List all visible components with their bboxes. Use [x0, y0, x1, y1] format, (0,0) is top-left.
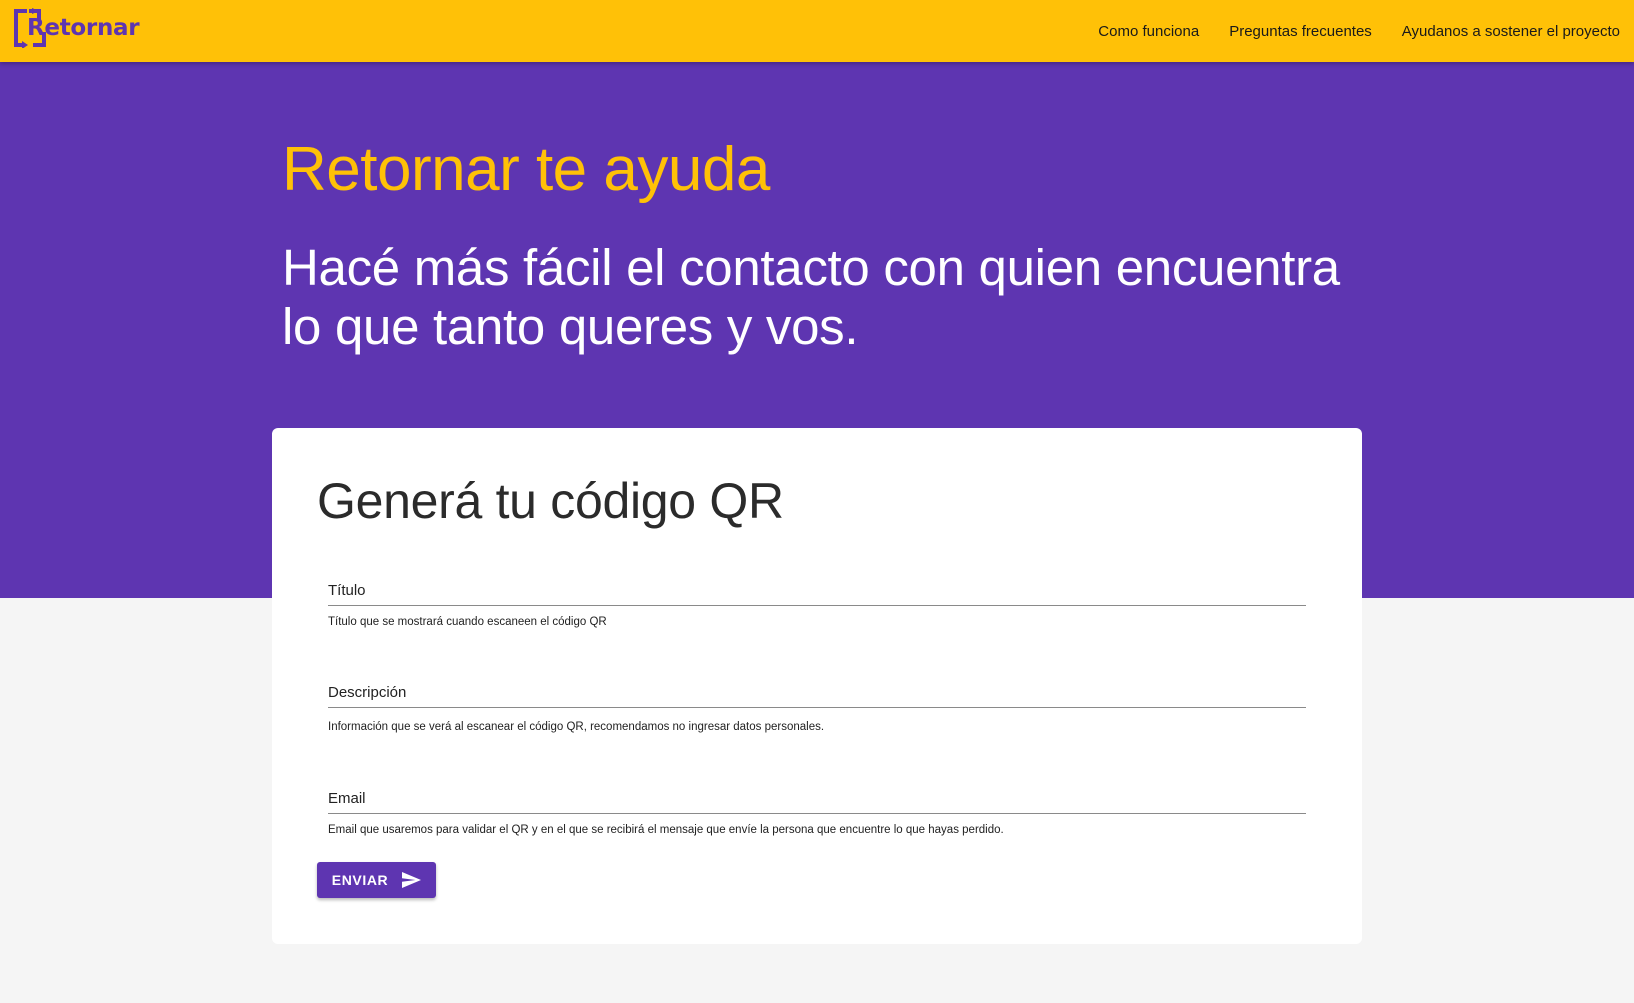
nav-como-funciona[interactable]: Como funciona [1098, 23, 1199, 40]
email-input[interactable] [328, 812, 1306, 814]
qr-form-card: Generá tu código QR Título Título que se… [272, 428, 1362, 944]
form-title: Generá tu código QR [317, 473, 784, 529]
title-field-group: Título Título que se mostrará cuando esc… [328, 578, 1306, 628]
email-field-group: Email Email que usaremos para validar el… [328, 786, 1306, 836]
title-input[interactable] [328, 604, 1306, 606]
nav-ayudanos[interactable]: Ayudanos a sostener el proyecto [1402, 23, 1620, 40]
send-button-label: ENVIAR [331, 872, 389, 888]
logo-return-icon [13, 8, 47, 49]
hero-subtitle: Hacé más fácil el contacto con quien enc… [282, 239, 1340, 355]
email-field-help: Email que usaremos para validar el QR y … [328, 824, 1004, 836]
title-field-label: Título [328, 582, 366, 599]
hero-title: Retornar te ayuda [282, 135, 770, 204]
send-button[interactable]: ENVIAR [317, 862, 436, 898]
nav-preguntas-frecuentes[interactable]: Preguntas frecuentes [1229, 23, 1372, 40]
description-field-label: Descripción [328, 684, 407, 701]
description-field-help: Información que se verá al escanear el c… [328, 721, 825, 733]
email-field-label: Email [328, 790, 366, 807]
description-input[interactable] [328, 706, 1306, 708]
top-bar: Retornar Como funciona Preguntas frecuen… [0, 0, 1634, 62]
retornar-logo[interactable]: Retornar [13, 8, 140, 49]
title-field-help: Título que se mostrará cuando escaneen e… [328, 616, 607, 628]
send-icon [402, 872, 422, 888]
description-field-group: Descripción Información que se verá al e… [328, 680, 1306, 733]
main-nav: Como funciona Preguntas frecuentes Ayuda… [1098, 0, 1620, 62]
